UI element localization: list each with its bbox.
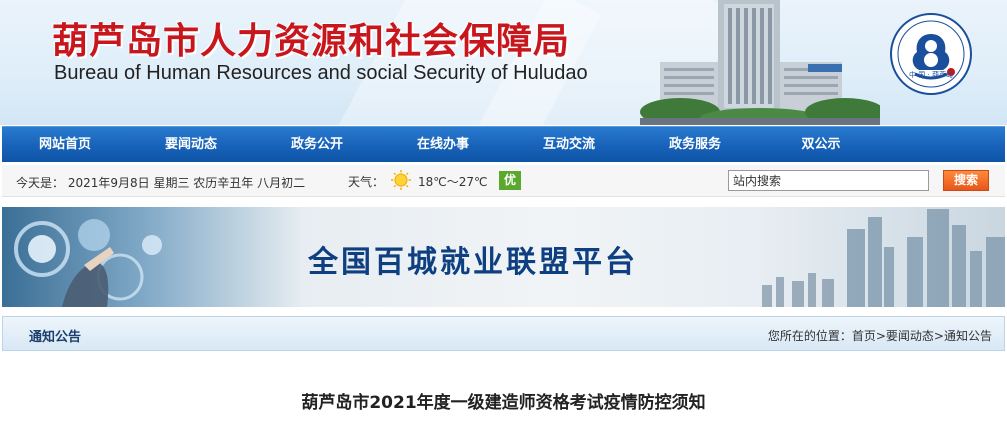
site-search-input[interactable] xyxy=(728,170,929,191)
info-bar: 今天是： 2021年9月8日 星期三 农历辛丑年 八月初二 天气： 18℃～27… xyxy=(2,165,1005,197)
current-date: 今天是： 2021年9月8日 星期三 农历辛丑年 八月初二 xyxy=(16,176,306,190)
banner-title: 全国百城就业联盟平台 xyxy=(308,245,638,280)
breadcrumb-notices[interactable]: 通知公告 xyxy=(944,329,992,343)
nav-item-gov-affairs[interactable]: 政务公开 xyxy=(254,127,380,163)
nav-item-interaction[interactable]: 互动交流 xyxy=(506,127,632,163)
page: 葫芦岛市人力资源和社会保障局 Bureau of Human Resources… xyxy=(0,0,1007,426)
site-header: 葫芦岛市人力资源和社会保障局 Bureau of Human Resources… xyxy=(0,0,1007,125)
nav-item-online-services[interactable]: 在线办事 xyxy=(380,127,506,163)
search-button[interactable]: 搜索 xyxy=(943,170,989,191)
breadcrumb-prefix: 您所在的位置： xyxy=(767,329,852,343)
emblem-caption: 中 国 · 葫芦岛 xyxy=(909,71,953,79)
air-quality-badge: 优 xyxy=(499,171,521,190)
government-building-image xyxy=(640,0,880,125)
city-emblem-icon xyxy=(890,13,972,95)
main-nav: 网站首页 要闻动态 政务公开 在线办事 互动交流 政务服务 双公示 xyxy=(2,126,1005,162)
nav-item-news[interactable]: 要闻动态 xyxy=(128,127,254,163)
article-title: 葫芦岛市2021年度一级建造师资格考试疫情防控须知 xyxy=(301,393,706,413)
nav-item-home[interactable]: 网站首页 xyxy=(2,127,128,163)
breadcrumb-news[interactable]: 要闻动态 xyxy=(886,329,934,343)
breadcrumb: 您所在的位置：首页>要闻动态>通知公告 xyxy=(768,327,992,344)
promo-banner[interactable]: 全国百城就业联盟平台 xyxy=(2,207,1005,307)
breadcrumb-separator: > xyxy=(933,329,944,343)
sun-icon xyxy=(391,170,411,190)
breadcrumb-separator: > xyxy=(875,329,886,343)
temperature: 18℃～27℃ xyxy=(418,175,488,189)
nav-item-gov-services[interactable]: 政务服务 xyxy=(632,127,758,163)
weather-label: 天气： xyxy=(348,175,385,189)
site-title-en: Bureau of Human Resources and social Sec… xyxy=(54,62,588,84)
breadcrumb-home[interactable]: 首页 xyxy=(852,329,876,343)
section-title: 通知公告 xyxy=(29,330,82,345)
section-header: 通知公告 您所在的位置：首页>要闻动态>通知公告 xyxy=(2,316,1005,351)
site-title-cn: 葫芦岛市人力资源和社会保障局 xyxy=(52,21,571,62)
nav-item-dual-disclosure[interactable]: 双公示 xyxy=(758,127,884,163)
